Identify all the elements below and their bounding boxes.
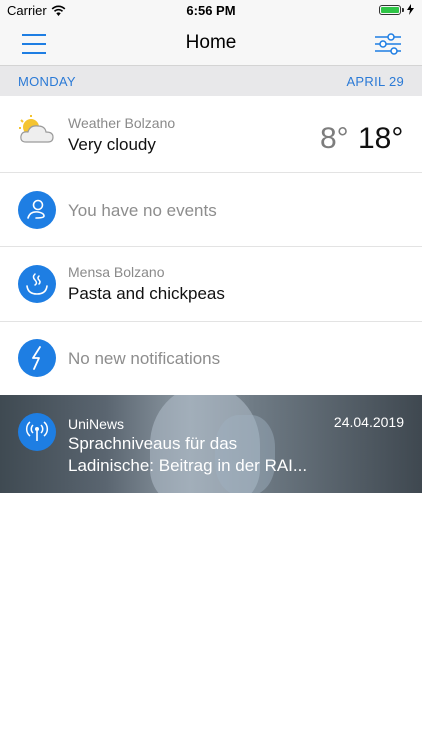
lightning-icon [18, 339, 56, 377]
status-time: 6:56 PM [186, 3, 236, 18]
mensa-meal: Pasta and chickpeas [68, 284, 225, 303]
sliders-icon [375, 33, 401, 55]
cloudy-weather-icon [18, 114, 56, 148]
events-status: You have no events [68, 201, 217, 220]
temperature-high: 18° [358, 122, 404, 155]
page-title: Home [185, 32, 237, 53]
mensa-location: Mensa Bolzano [68, 264, 165, 280]
broadcast-icon [18, 413, 56, 451]
news-date: 24.04.2019 [333, 414, 404, 430]
date-header: MONDAY APRIL 29 [0, 66, 422, 96]
steaming-bowl-icon [18, 265, 56, 303]
temperature-low: 8° [320, 122, 349, 155]
weather-condition: Very cloudy [68, 135, 156, 154]
news-source: UniNews [68, 416, 125, 432]
settings-button[interactable] [374, 32, 402, 56]
weekday-label: MONDAY [18, 74, 76, 89]
battery-fill [381, 6, 399, 13]
battery-icon [379, 4, 401, 15]
notifications-status: No new notifications [68, 349, 221, 368]
charging-bolt-icon [407, 4, 414, 15]
news-title[interactable]: Sprachniveaus für das Ladinische: Beitra… [68, 433, 318, 477]
navigation-bar: Home [0, 22, 422, 66]
battery-indicator [379, 4, 414, 15]
date-label: APRIL 29 [346, 74, 404, 89]
status-bar: Carrier 6:56 PM [0, 0, 422, 22]
weather-location: Weather Bolzano [68, 115, 176, 131]
battery-tip [402, 7, 404, 12]
person-icon [18, 191, 56, 229]
